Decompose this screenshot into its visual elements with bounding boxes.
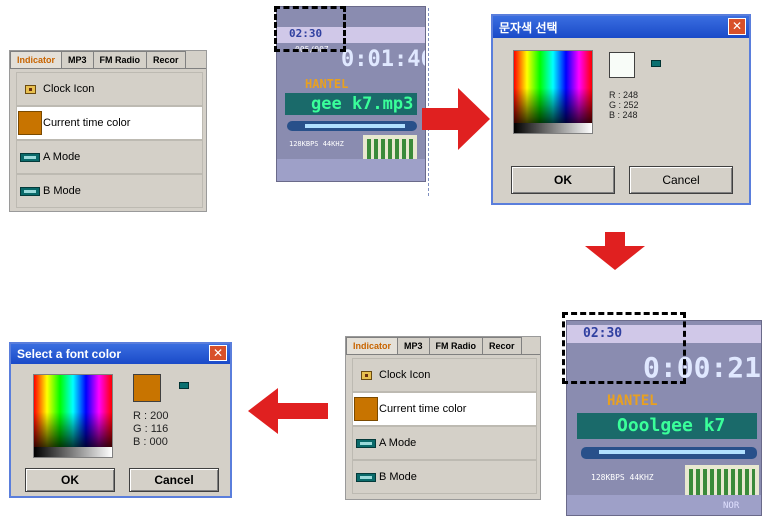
- clock-icon: [353, 370, 379, 380]
- tab-indicator[interactable]: Indicator: [10, 51, 63, 68]
- ok-button[interactable]: OK: [511, 166, 615, 194]
- list-item-current-time-color[interactable]: Current time color: [352, 392, 537, 426]
- tab-fm-radio[interactable]: FM Radio: [428, 337, 484, 354]
- dialog-titlebar: Select a font color ✕: [11, 344, 230, 364]
- list-item-label: Current time color: [43, 117, 131, 129]
- list-item-label: Clock Icon: [379, 369, 431, 381]
- mode-icon: [17, 152, 43, 162]
- big-time: 0:01:46: [341, 47, 426, 72]
- arrow-right-icon: [422, 88, 490, 150]
- list-item-b-mode[interactable]: B Mode: [352, 460, 537, 494]
- settings-panel-bottom: Indicator MP3 FM Radio Recor Clock Icon …: [345, 336, 541, 500]
- list-item-label: A Mode: [43, 151, 81, 163]
- red-value: R : 200: [133, 410, 169, 422]
- progress-bar: [581, 447, 757, 459]
- color-dialog-korean: 문자색 선택 ✕ R : 248 G : 252 B : 248 OK Canc…: [491, 14, 751, 205]
- close-icon[interactable]: ✕: [728, 18, 746, 35]
- brand-label: HANTEL: [607, 393, 658, 409]
- mode-icon: [353, 438, 379, 448]
- list-item-label: A Mode: [379, 437, 417, 449]
- track-title: gee k7.mp3: [285, 93, 417, 115]
- color-chip-icon: [651, 60, 661, 67]
- control-strip: [277, 159, 425, 181]
- rgb-values: R : 248 G : 252 B : 248: [609, 90, 639, 120]
- tab-bar: Indicator MP3 FM Radio Recor: [10, 51, 206, 69]
- dialog-title: Select a font color: [17, 347, 122, 361]
- mode-icon: [353, 472, 379, 482]
- color-dialog-english: Select a font color ✕ R : 200 G : 116 B …: [9, 342, 232, 498]
- tab-indicator[interactable]: Indicator: [346, 337, 399, 354]
- list-item-a-mode[interactable]: A Mode: [16, 140, 203, 174]
- list-item-current-time-color[interactable]: Current time color: [16, 106, 203, 140]
- highlight-box-top: [274, 6, 346, 52]
- list-item-label: B Mode: [379, 471, 417, 483]
- color-spectrum[interactable]: [513, 50, 593, 134]
- blue-value: B : 000: [133, 436, 168, 448]
- color-swatch-icon: [17, 111, 43, 135]
- tab-record[interactable]: Recor: [146, 51, 186, 68]
- arrow-left-icon: [248, 388, 328, 434]
- color-swatch-icon: [353, 397, 379, 421]
- red-value: R : 248: [609, 90, 639, 100]
- arrow-down-icon: [585, 232, 645, 270]
- highlight-box-bottom: [562, 312, 686, 384]
- list-item-label: B Mode: [43, 185, 81, 197]
- dialog-title: 문자색 선택: [499, 20, 558, 35]
- selected-color-swatch: [133, 374, 161, 402]
- cancel-button[interactable]: Cancel: [129, 468, 219, 492]
- close-icon[interactable]: ✕: [209, 345, 227, 361]
- eq-mode-label: NOR: [723, 501, 740, 511]
- rgb-values: R : 200 G : 116 B : 000: [133, 410, 168, 449]
- bitrate-label: 128KBPS 44KHZ: [591, 473, 654, 482]
- ok-button[interactable]: OK: [25, 468, 115, 492]
- cancel-button[interactable]: Cancel: [629, 166, 733, 194]
- green-value: G : 252: [609, 100, 639, 110]
- dialog-titlebar: 문자색 선택 ✕: [493, 16, 749, 38]
- color-spectrum[interactable]: [33, 374, 113, 458]
- selected-color-swatch: [609, 52, 635, 78]
- tab-fm-radio[interactable]: FM Radio: [92, 51, 148, 68]
- list-item-clock-icon[interactable]: Clock Icon: [16, 72, 203, 106]
- brand-label: HANTEL: [305, 77, 349, 91]
- list-item-clock-icon[interactable]: Clock Icon: [352, 358, 537, 392]
- tab-mp3[interactable]: MP3: [61, 51, 94, 68]
- mode-icon: [17, 186, 43, 196]
- blue-value: B : 248: [609, 110, 638, 120]
- list-item-a-mode[interactable]: A Mode: [352, 426, 537, 460]
- bitrate-label: 128KBPS 44KHZ: [289, 140, 344, 148]
- list-item-b-mode[interactable]: B Mode: [16, 174, 203, 208]
- clock-icon: [17, 84, 43, 94]
- tab-bar: Indicator MP3 FM Radio Recor: [346, 337, 540, 355]
- track-title: Ooolgee k7: [577, 413, 757, 439]
- tab-mp3[interactable]: MP3: [397, 337, 430, 354]
- progress-bar: [287, 121, 417, 131]
- settings-panel-top: Indicator MP3 FM Radio Recor Clock Icon …: [9, 50, 207, 212]
- list-item-label: Clock Icon: [43, 83, 95, 95]
- color-chip-icon: [179, 382, 189, 389]
- equalizer: [685, 465, 759, 499]
- list-item-label: Current time color: [379, 403, 467, 415]
- green-value: G : 116: [133, 423, 169, 435]
- tab-record[interactable]: Recor: [482, 337, 522, 354]
